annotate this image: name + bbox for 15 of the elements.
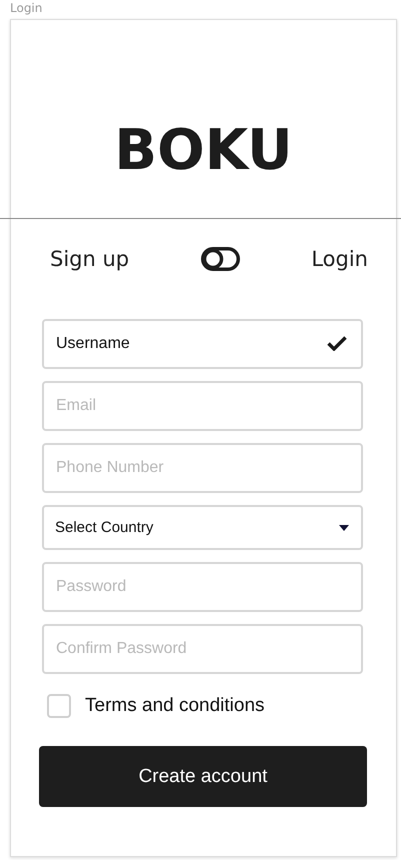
text-input-field[interactable]: Phone Number xyxy=(42,443,363,493)
text-input-field[interactable]: Username xyxy=(42,319,363,369)
toggle-switch[interactable] xyxy=(200,247,240,271)
text-input-field[interactable]: Password xyxy=(42,562,363,612)
sign-up-label[interactable]: Sign up xyxy=(50,247,130,271)
terms-checkbox[interactable] xyxy=(47,694,71,718)
frame-label: Login xyxy=(10,0,44,17)
country-select[interactable]: Select Country xyxy=(42,505,363,550)
terms-label: Terms and conditions xyxy=(85,695,265,717)
create-account-button[interactable]: Create account xyxy=(39,746,367,807)
login-label[interactable]: Login xyxy=(311,247,368,271)
caret-down-icon xyxy=(339,524,349,530)
logo-text: BOKU xyxy=(114,117,293,184)
text-input-field[interactable]: Confirm Password xyxy=(42,624,363,674)
text-input-field[interactable]: Email xyxy=(42,381,363,431)
